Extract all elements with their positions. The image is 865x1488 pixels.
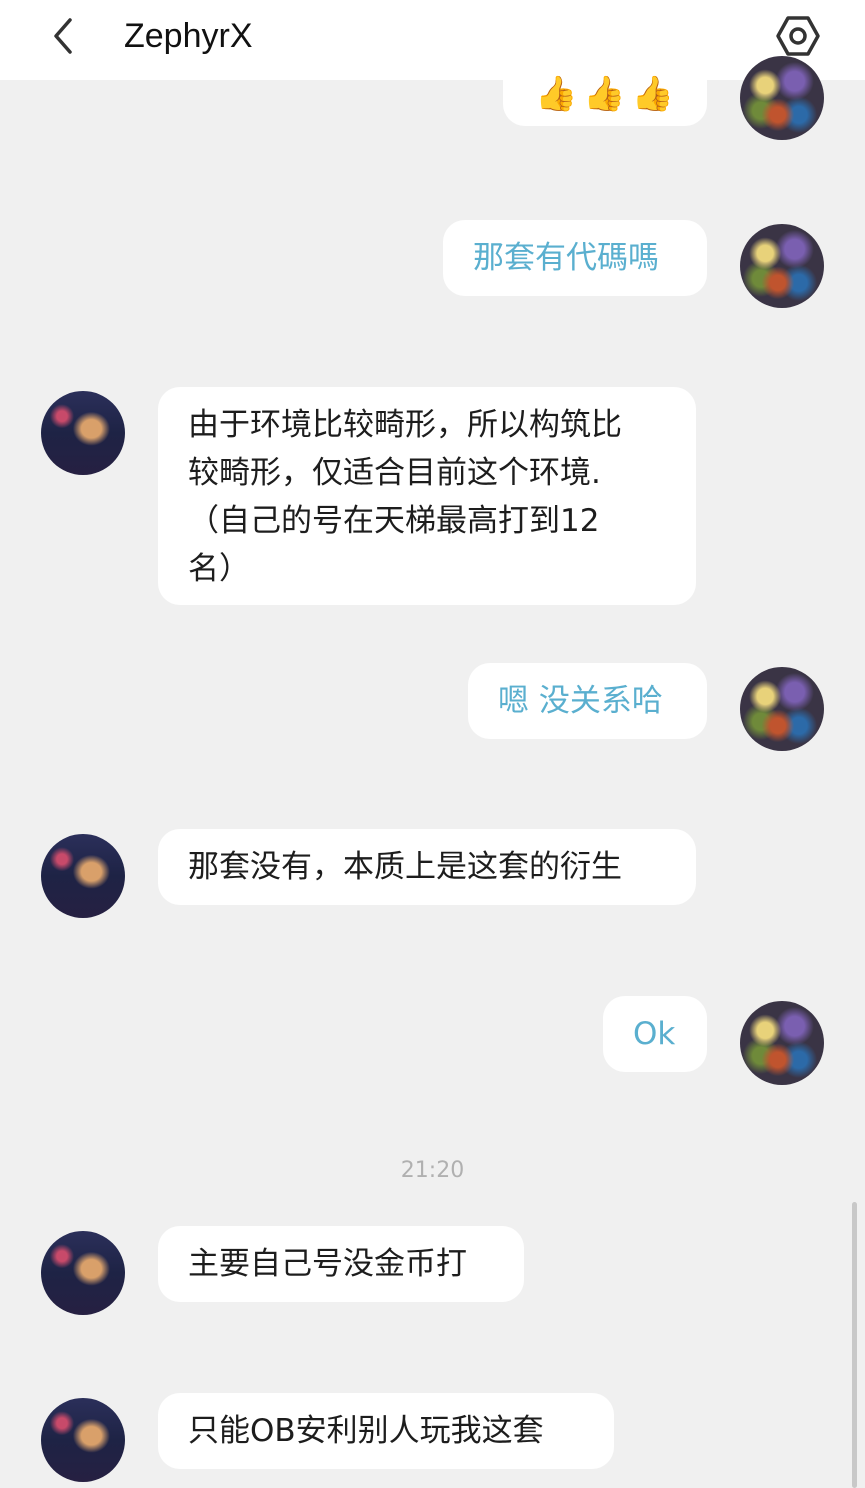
settings-button[interactable] <box>774 12 822 60</box>
hexagon-gear-icon <box>776 16 820 56</box>
avatar-contact[interactable] <box>41 834 125 918</box>
message-bubble-contact[interactable]: 由于环境比较畸形，所以构筑比 较畸形，仅适合目前这个环境. （自己的号在天梯最高… <box>158 387 696 605</box>
back-button[interactable] <box>40 12 88 60</box>
avatar-contact[interactable] <box>41 391 125 475</box>
avatar-self[interactable] <box>740 667 824 751</box>
chat-title: ZephyrX <box>124 17 253 55</box>
message-bubble-contact[interactable]: 那套没有，本质上是这套的衍生 <box>158 829 696 905</box>
chat-header: ZephyrX <box>0 0 865 80</box>
avatar-contact[interactable] <box>41 1398 125 1482</box>
scrollbar[interactable] <box>852 1202 857 1488</box>
message-bubble-mine[interactable]: 嗯 没关系哈 <box>468 663 707 739</box>
message-bubble-mine[interactable]: 那套有代碼嗎 <box>443 220 707 296</box>
timestamp: 21:20 <box>400 1158 465 1183</box>
avatar-self[interactable] <box>740 56 824 140</box>
avatar-self[interactable] <box>740 1001 824 1085</box>
message-bubble-mine[interactable]: 👍👍👍 <box>503 40 707 126</box>
message-list[interactable]: 👍👍👍 那套有代碼嗎 由于环境比较畸形，所以构筑比 较畸形，仅适合目前这个环境.… <box>0 40 865 1488</box>
chevron-left-icon <box>54 18 72 54</box>
message-bubble-mine[interactable]: Ok <box>603 996 707 1072</box>
message-bubble-contact[interactable]: 主要自己号没金币打 <box>158 1226 524 1302</box>
avatar-self[interactable] <box>740 224 824 308</box>
message-bubble-contact[interactable]: 只能OB安利别人玩我这套 <box>158 1393 614 1469</box>
avatar-contact[interactable] <box>41 1231 125 1315</box>
